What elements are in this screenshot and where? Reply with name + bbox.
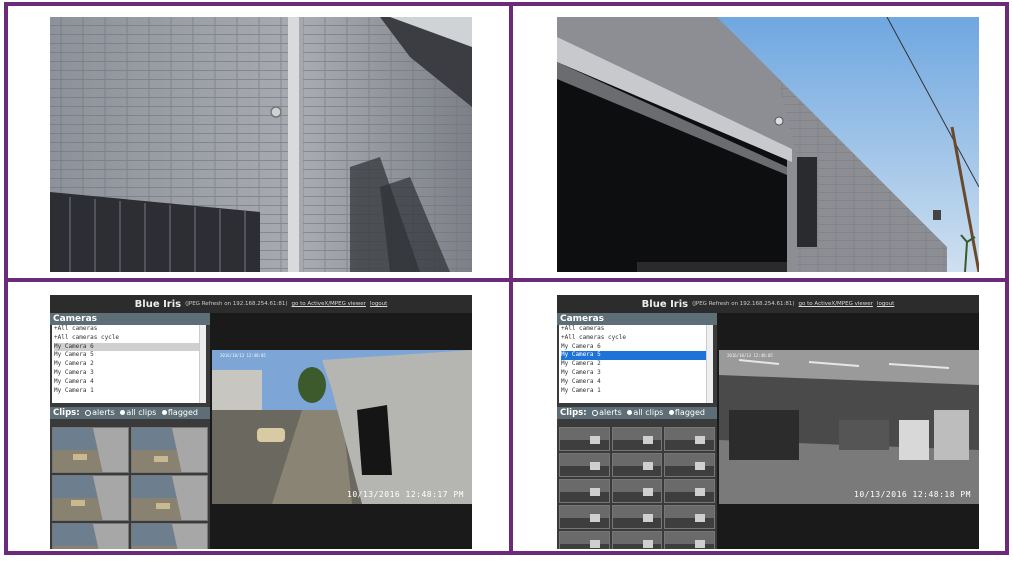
camera-item[interactable]: My Camera 3 xyxy=(54,369,206,378)
radio-flagged[interactable] xyxy=(668,410,674,415)
camera-list[interactable]: +All cameras +All cameras cycle My Camer… xyxy=(52,325,206,403)
logout-link[interactable]: logout xyxy=(370,301,387,307)
clip-thumbnail[interactable] xyxy=(131,475,208,521)
clip-thumbnail[interactable] xyxy=(664,453,715,477)
clips-heading: Clips: xyxy=(53,408,80,418)
camera-item[interactable]: My Camera 2 xyxy=(54,360,206,369)
list-scrollbar[interactable] xyxy=(706,325,713,403)
clip-thumbnails xyxy=(559,427,715,549)
blue-iris-screen-left: Blue Iris (JPEG Refresh on 192.168.254.6… xyxy=(50,295,472,549)
clip-thumbnail[interactable] xyxy=(611,453,663,477)
clip-thumbnail[interactable] xyxy=(559,427,610,451)
video-osd-date: 2016/10/13 12:48:05 xyxy=(727,353,773,358)
clip-thumbnail[interactable] xyxy=(52,523,129,549)
app-title: Blue Iris xyxy=(134,298,182,310)
logout-link[interactable]: logout xyxy=(877,301,894,307)
clip-thumbnail[interactable] xyxy=(611,531,663,549)
clips-option-flagged[interactable]: flagged xyxy=(168,408,198,417)
clip-thumbnail[interactable] xyxy=(664,427,715,451)
camera-item[interactable]: My Camera 6 xyxy=(561,343,713,352)
camera-item[interactable]: My Camera 5 xyxy=(54,351,206,360)
clip-thumbnail[interactable] xyxy=(52,475,129,521)
camera-item[interactable]: My Camera 1 xyxy=(54,387,206,396)
clips-option-flagged[interactable]: flagged xyxy=(675,408,705,417)
clips-option-all-clips[interactable]: all clips xyxy=(126,408,156,417)
clip-thumbnails xyxy=(52,427,208,549)
clip-thumbnail[interactable] xyxy=(131,427,208,473)
camera-item[interactable]: My Camera 4 xyxy=(54,378,206,387)
clips-heading: Clips: xyxy=(560,408,587,418)
clips-option-all-clips[interactable]: all clips xyxy=(633,408,663,417)
grid-horizontal-divider xyxy=(4,278,1009,282)
camera-item-selected[interactable]: My Camera 5 xyxy=(561,351,713,361)
connection-info: (JPEG Refresh on 192.168.254.61:81) xyxy=(185,301,288,307)
radio-all-clips[interactable] xyxy=(120,410,126,415)
clip-thumbnail[interactable] xyxy=(611,479,663,503)
blue-iris-header: Blue Iris (JPEG Refresh on 192.168.254.6… xyxy=(557,295,979,313)
clip-thumbnail[interactable] xyxy=(611,505,663,529)
clips-bar: Clips: alerts all clips flagged xyxy=(557,407,717,419)
clip-thumbnail[interactable] xyxy=(131,523,208,549)
camera-item[interactable]: +All cameras xyxy=(561,325,713,334)
clip-thumbnail[interactable] xyxy=(611,427,663,451)
clips-option-alerts[interactable]: alerts xyxy=(92,408,115,417)
photo-brick-wall-camera xyxy=(50,17,472,272)
camera-item[interactable]: +All cameras xyxy=(54,325,206,334)
camera-item[interactable]: My Camera 2 xyxy=(561,360,713,369)
clip-thumbnail[interactable] xyxy=(664,479,715,503)
video-osd-date: 2016/10/13 12:48:05 xyxy=(220,353,266,358)
clip-thumbnail[interactable] xyxy=(559,453,610,477)
activex-viewer-link[interactable]: go to ActiveX/MPEG viewer xyxy=(292,301,366,307)
activex-viewer-link[interactable]: go to ActiveX/MPEG viewer xyxy=(799,301,873,307)
clips-bar: Clips: alerts all clips flagged xyxy=(50,407,210,419)
sidebar: Cameras +All cameras +All cameras cycle … xyxy=(50,313,210,549)
cameras-heading: Cameras xyxy=(50,313,210,325)
video-timestamp: 10/13/2016 12:48:17 PM xyxy=(347,490,464,499)
live-video-warehouse[interactable]: 2016/10/13 12:48:05 10/13/2016 12:48:18 … xyxy=(719,350,979,504)
list-scrollbar[interactable] xyxy=(199,325,206,403)
blue-iris-screen-right: Blue Iris (JPEG Refresh on 192.168.254.6… xyxy=(557,295,979,549)
radio-alerts[interactable] xyxy=(85,409,92,416)
camera-item[interactable]: +All cameras cycle xyxy=(561,334,713,343)
camera-item[interactable]: My Camera 1 xyxy=(561,387,713,396)
camera-list[interactable]: +All cameras +All cameras cycle My Camer… xyxy=(559,325,713,403)
live-video-street[interactable]: 2016/10/13 12:48:05 10/13/2016 12:48:17 … xyxy=(212,350,472,504)
camera-item[interactable]: My Camera 3 xyxy=(561,369,713,378)
app-title: Blue Iris xyxy=(641,298,689,310)
sidebar: Cameras +All cameras +All cameras cycle … xyxy=(557,313,717,549)
clip-thumbnail[interactable] xyxy=(559,531,610,549)
camera-item[interactable]: My Camera 4 xyxy=(561,378,713,387)
camera-item[interactable]: +All cameras cycle xyxy=(54,334,206,343)
cameras-heading: Cameras xyxy=(557,313,717,325)
video-timestamp: 10/13/2016 12:48:18 PM xyxy=(854,490,971,499)
radio-flagged[interactable] xyxy=(161,410,167,415)
clips-option-alerts[interactable]: alerts xyxy=(599,408,622,417)
radio-alerts[interactable] xyxy=(592,409,599,416)
blue-iris-header: Blue Iris (JPEG Refresh on 192.168.254.6… xyxy=(50,295,472,313)
clip-thumbnail[interactable] xyxy=(52,427,129,473)
radio-all-clips[interactable] xyxy=(627,410,633,415)
connection-info: (JPEG Refresh on 192.168.254.61:81) xyxy=(692,301,795,307)
photo-building-garage xyxy=(557,17,979,272)
clip-thumbnail[interactable] xyxy=(664,531,715,549)
clip-thumbnail[interactable] xyxy=(664,505,715,529)
clip-thumbnail[interactable] xyxy=(559,505,610,529)
clip-thumbnail[interactable] xyxy=(559,479,610,503)
camera-item-selected[interactable]: My Camera 6 xyxy=(54,342,206,352)
